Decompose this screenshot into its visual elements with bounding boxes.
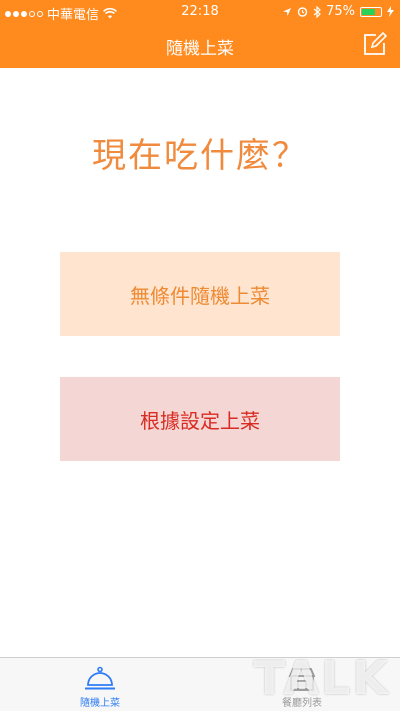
battery-level-fill — [362, 8, 375, 15]
tab-random[interactable]: 隨機上菜 — [40, 658, 160, 712]
header: 中華電信 22:18 75% 隨機上菜 — [0, 0, 400, 68]
charging-bolt-icon — [387, 6, 394, 17]
status-right: 75% — [282, 4, 394, 19]
edit-button[interactable] — [362, 31, 388, 57]
status-bar: 中華電信 22:18 75% — [0, 0, 400, 24]
headline-question: 現在吃什麼？ — [92, 136, 308, 176]
tab-bar: 隨機上菜 餐廳列表 TALK — [0, 651, 400, 712]
watermark-logo: TALK — [253, 651, 390, 705]
random-pick-button[interactable]: 無條件隨機上菜 — [60, 252, 340, 336]
settings-pick-button[interactable]: 根據設定上菜 — [60, 377, 340, 461]
page-title: 隨機上菜 — [166, 39, 234, 59]
location-arrow-icon — [283, 7, 292, 16]
battery-icon — [360, 6, 382, 17]
tab-random-label: 隨機上菜 — [80, 698, 120, 709]
bluetooth-icon — [313, 5, 321, 18]
service-bell-icon — [85, 666, 115, 690]
edit-icon — [364, 31, 388, 55]
alarm-icon — [297, 7, 308, 17]
battery-percent: 75% — [326, 4, 355, 19]
